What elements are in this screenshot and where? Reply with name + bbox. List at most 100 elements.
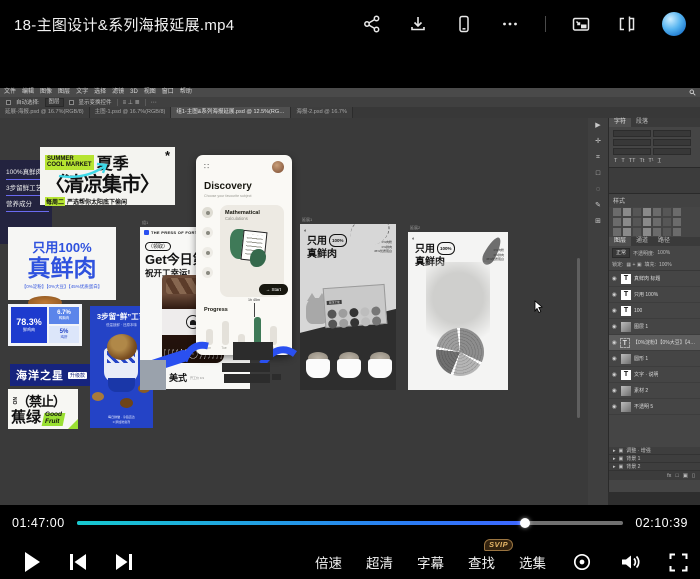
group-arrow-icon: ▸: [613, 448, 616, 454]
layer-name: 真鲜肉 标题: [634, 275, 660, 282]
app-icon-rail: [202, 207, 213, 278]
type-style-icon: TT: [629, 158, 636, 164]
layer-name: 素材 2: [634, 387, 648, 394]
poster-stats-card: 78.3%鲜鸡肉 6.7%鸭胸肉 5%鸡肝: [8, 304, 82, 346]
style-swatch-row: [609, 207, 700, 217]
fullscreen-icon[interactable]: [666, 550, 690, 574]
banana-line2: 蕉绿: [11, 410, 41, 425]
progress-flag: 1h 45m: [248, 298, 260, 302]
gray1-side-notes: 0%肉粉0%鲜肉45%优质蛋白: [374, 240, 392, 254]
phone-icon[interactable]: [453, 13, 475, 35]
character-fields: [609, 127, 700, 158]
app-title: Discovery: [204, 181, 252, 192]
total-time: 02:10:39: [635, 516, 688, 530]
ps-menu-item: 帮助: [180, 88, 192, 97]
user-avatar[interactable]: [662, 12, 686, 36]
layer-row: ◉ T 文字 · 说明: [609, 367, 700, 383]
download-icon[interactable]: [407, 13, 429, 35]
blue-arc-stroke: [181, 338, 211, 364]
layer-groups: ▸ ▣ 调整 · 增强 ▸ ▣ 背景 1: [609, 447, 700, 471]
volume-icon[interactable]: [618, 550, 642, 574]
find-button[interactable]: 查找 SVIP: [468, 552, 495, 572]
flag-line: [254, 303, 255, 317]
food-pie-plate: [436, 328, 484, 376]
ps-tool-icon: □: [596, 170, 600, 177]
coffee-note: 开工价 9.9: [190, 376, 204, 380]
layer-row: ◉ T 真鲜肉 标题: [609, 271, 700, 287]
episodes-button[interactable]: 选集: [519, 552, 546, 572]
opacity-value: 100%: [657, 250, 670, 256]
fill-value: 100%: [659, 262, 672, 268]
type-style-icon: T¹: [648, 158, 653, 164]
panel-tab: 段落: [631, 118, 653, 127]
layer-name: 【0%淀粉】【0%大豆】【45%优质蛋白】: [633, 339, 697, 346]
gray1-line1: 只用: [307, 236, 327, 247]
ps-right-panel: 字符段落 TTTTTtT¹T̲ 样式 图层通道路径: [608, 118, 700, 492]
share-icon[interactable]: [361, 13, 383, 35]
settings-icon[interactable]: [570, 550, 594, 574]
ps-workspace: 100%真鲜肉3步留鲜工艺营养成分 * SUMMER COOL MARKET 夏…: [0, 118, 700, 505]
canvas-scrollbar: [577, 258, 580, 418]
layer-visibility-icon: ◉: [612, 404, 618, 410]
new-group-icon: ▣: [683, 473, 688, 479]
ps-search-icon: [689, 88, 696, 97]
layer-visibility-icon: ◉: [612, 308, 618, 314]
control-row: 倍速 超清 字幕 查找 SVIP 选集: [0, 545, 700, 579]
layer-name: 圆形 1: [634, 355, 648, 362]
day-label: Tue: [220, 346, 228, 350]
banner-en-tag: SUMMER COOL MARKET: [45, 155, 94, 170]
layer-visibility-icon: ◉: [612, 388, 618, 394]
banner-badge: 每周二: [45, 197, 65, 206]
green-blob: [250, 249, 266, 267]
type-style-icon: Tt: [639, 158, 644, 164]
start-button: → Start: [259, 284, 288, 295]
theme-toggle-icon: ◐: [304, 228, 307, 234]
type-style-icon: T: [614, 158, 617, 164]
play-button[interactable]: [20, 550, 44, 574]
player-top-bar: 18-主图设计&系列海报延展.mp4: [0, 0, 700, 48]
ps-tool-icon: ▶: [595, 122, 600, 129]
video-frame[interactable]: 文件编辑图像图层文字选择滤镜3D视图窗口帮助 自动选择: 图层 显示变换控件 ≡…: [0, 48, 700, 517]
banana-line1: （禁止）: [17, 391, 65, 410]
panel-empty-area: [609, 167, 700, 193]
previous-button[interactable]: [66, 550, 90, 574]
banana-no: NO: [11, 397, 16, 405]
align-icons: ≡ ⊥ ≣: [123, 99, 140, 106]
layer-thumbnail: [621, 386, 631, 396]
quality-button[interactable]: 超清: [366, 552, 393, 572]
banner-title: 〈清凉集市〉: [45, 174, 170, 196]
auto-select-label: 自动选择:: [16, 98, 40, 106]
banner-subtitle: 严选帮你太阳底下偷闲: [67, 197, 127, 206]
speed-button[interactable]: 倍速: [315, 552, 342, 572]
progress-knob[interactable]: [520, 518, 530, 528]
coffee-product: 美式: [169, 371, 187, 384]
brand-name: 海洋之星: [16, 367, 64, 383]
mouse-cursor: [534, 300, 544, 314]
next-button[interactable]: [112, 550, 136, 574]
more-icon[interactable]: [499, 13, 521, 35]
picture-in-picture-icon[interactable]: [570, 13, 592, 35]
ps-menu-item: 选择: [94, 88, 106, 97]
show-transform-checkbox: [69, 100, 74, 105]
fresh-meat-line1: 只用100%: [32, 237, 91, 256]
stat-main: 78.3%鲜鸡肉: [11, 307, 47, 343]
fresh-meat-line2: 真鲜肉: [28, 257, 97, 280]
layer-name: 不透明 5: [634, 403, 653, 410]
asterisk-mark: *: [165, 148, 170, 163]
lock-icons: ▦ + ▣: [626, 262, 641, 268]
brand-square: [144, 230, 149, 235]
layer-name: 只用 100%: [634, 291, 658, 298]
character-panel-tabs: 字符段落: [609, 118, 700, 127]
video-title: 18-主图设计&系列海报延展.mp4: [14, 14, 234, 35]
current-time: 01:47:00: [12, 516, 65, 530]
options-divider: [145, 99, 146, 106]
subtitles-button[interactable]: 字幕: [417, 552, 444, 572]
progress-bar[interactable]: [77, 521, 624, 525]
stat-a: 6.7%鸭胸肉: [49, 307, 79, 324]
cast-screen-icon[interactable]: [616, 13, 638, 35]
layer-row: ◉ 圆形 1: [609, 351, 700, 367]
group-folder-icon: ▣: [619, 448, 624, 454]
svip-badge: SVIP: [484, 539, 513, 551]
poster-summer-banner: * SUMMER COOL MARKET 夏季 〈清凉集市〉 每周二 严选帮你太…: [40, 147, 175, 205]
ps-tool-icon: ✛: [595, 138, 601, 145]
